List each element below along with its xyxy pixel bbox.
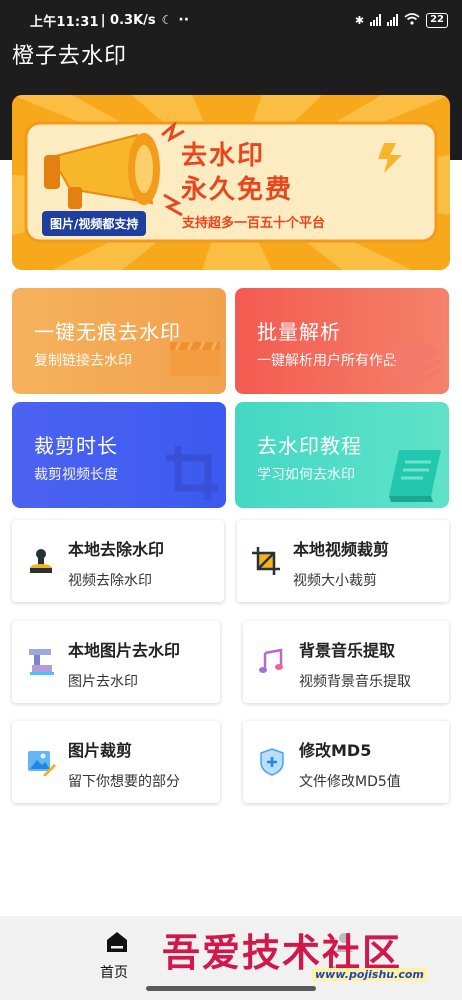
card-batch-parse[interactable]: 批量解析 一键解析用户所有作品: [235, 288, 449, 394]
tool-modify-md5[interactable]: 修改MD5 文件修改MD5值: [243, 721, 449, 803]
card-title: 去水印教程: [257, 434, 362, 458]
wifi-icon: [404, 12, 420, 28]
layers-icon: [388, 338, 442, 387]
card-subtitle: 学习如何去水印: [257, 467, 355, 483]
card-watermark-tutorial[interactable]: 去水印教程 学习如何去水印: [235, 402, 449, 508]
banner-headline-1: 去水印: [181, 141, 266, 171]
tool-subtitle: 文件修改MD5值: [299, 774, 401, 790]
tool-local-video-crop[interactable]: 本地视频裁剪 视频大小裁剪: [237, 520, 449, 602]
tool-title: 背景音乐提取: [299, 641, 396, 660]
status-right-group: ✱ 22: [354, 12, 448, 28]
signal-2-icon: [387, 14, 399, 26]
tool-title: 本地去除水印: [68, 540, 165, 559]
signal-1-icon: [370, 14, 382, 26]
moon-icon: ☾: [161, 13, 173, 27]
tool-local-image-remove-watermark[interactable]: 本地图片去水印 图片去水印: [12, 621, 220, 703]
tool-title: 修改MD5: [299, 741, 372, 760]
image-edit-icon: [28, 751, 56, 776]
tool-title: 图片裁剪: [68, 741, 133, 760]
status-bar: 上午11:31 | 0.3K/s ☾ ·· ✱ 22: [0, 0, 462, 40]
card-subtitle: 一键解析用户所有作品: [257, 353, 397, 369]
banner-headline-2: 永久免费: [181, 175, 294, 205]
tool-subtitle: 留下你想要的部分: [68, 774, 180, 790]
tool-subtitle: 图片去水印: [68, 674, 138, 690]
faucet-icon: [29, 649, 54, 675]
site-watermark: 吾爱技术社区 www.pojishu.com: [160, 920, 460, 990]
status-time: 上午11:31: [30, 14, 99, 30]
gesture-bar[interactable]: [146, 986, 316, 991]
card-subtitle: 复制链接去水印: [34, 353, 132, 369]
card-subtitle: 裁剪视频长度: [34, 467, 118, 483]
crop-icon: [166, 446, 218, 500]
tool-bgm-extract[interactable]: 背景音乐提取 视频背景音乐提取: [243, 621, 449, 703]
card-title: 裁剪时长: [34, 434, 118, 458]
status-network-speed: | 0.3K/s: [100, 12, 156, 28]
card-title: 批量解析: [257, 320, 341, 344]
nav-home-label: 首页: [100, 965, 128, 981]
tool-title: 本地视频裁剪: [293, 540, 390, 559]
book-icon: [389, 450, 441, 502]
tool-subtitle: 视频去除水印: [68, 573, 152, 589]
more-dots-icon: ··: [178, 12, 190, 28]
tool-subtitle: 视频背景音乐提取: [299, 674, 411, 690]
app-title: 橙子去水印: [12, 44, 128, 69]
battery-indicator: 22: [426, 12, 448, 28]
clapperboard-icon: [170, 341, 220, 376]
promo-banner[interactable]: 去水印 永久免费 图片/视频都支持 支持超多一百五十个平台: [12, 95, 450, 270]
watermark-url: www.pojishu.com: [312, 968, 427, 981]
card-title: 一键无痕去水印: [34, 320, 181, 344]
crop-frame-icon: [252, 547, 280, 575]
tool-title: 本地图片去水印: [68, 641, 181, 660]
shield-plus-icon: [260, 748, 284, 776]
tool-subtitle: 视频大小裁剪: [293, 573, 377, 589]
banner-subline: 支持超多一百五十个平台: [182, 216, 326, 231]
music-note-icon: [259, 648, 283, 673]
banner-tag: 图片/视频都支持: [42, 211, 147, 236]
card-one-click-remove-watermark[interactable]: 一键无痕去水印 复制链接去水印: [12, 288, 226, 394]
nav-tab-home[interactable]: 首页: [92, 922, 140, 982]
card-trim-duration[interactable]: 裁剪时长 裁剪视频长度: [12, 402, 226, 508]
bluetooth-icon: ✱: [354, 13, 365, 27]
home-icon: [107, 932, 127, 952]
tool-image-crop[interactable]: 图片裁剪 留下你想要的部分: [12, 721, 220, 803]
stamp-icon: [30, 549, 52, 573]
tool-local-remove-watermark[interactable]: 本地去除水印 视频去除水印: [12, 520, 224, 602]
